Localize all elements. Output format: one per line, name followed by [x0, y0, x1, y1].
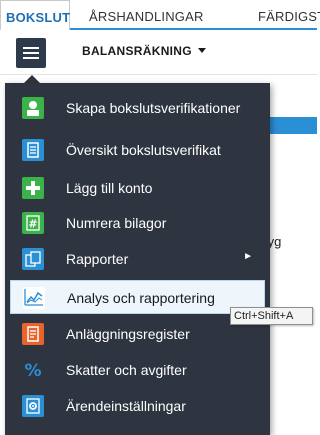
- menu-item-label: Ärendeinställningar: [66, 398, 186, 414]
- menu-item-skapa-bokslutsverifikationer[interactable]: Skapa bokslutsverifikationer: [10, 91, 265, 125]
- menu-pointer: [24, 75, 40, 83]
- background-blue-band: [270, 117, 317, 134]
- menu-item-label: Rapporter: [66, 251, 129, 267]
- menu-item-arendeinstallningar[interactable]: Ärendeinställningar: [10, 389, 265, 423]
- menu-item-oversikt-bokslutsverifikat[interactable]: Översikt bokslutsverifikat: [10, 133, 265, 167]
- person-icon: [22, 97, 44, 119]
- svg-text:#: #: [28, 218, 37, 231]
- menu-item-label: Analys och rapportering: [67, 290, 215, 306]
- submenu-arrow-icon: ►: [243, 251, 253, 262]
- menu-item-skatter-och-avgifter[interactable]: % Skatter och avgifter: [10, 353, 265, 387]
- line-chart-icon: [23, 287, 45, 309]
- register-document-icon: [22, 323, 44, 345]
- menu-item-label: Översikt bokslutsverifikat: [66, 142, 221, 158]
- document-list-icon: [22, 139, 44, 161]
- menu-item-lagg-till-konto[interactable]: Lägg till konto: [10, 171, 265, 205]
- hamburger-icon[interactable]: [16, 38, 46, 68]
- menu-item-label: Lägg till konto: [66, 180, 153, 196]
- tab-arshandlingar[interactable]: ÅRSHANDLINGAR: [89, 0, 204, 30]
- menu-item-label: Skatter och avgifter: [66, 362, 187, 378]
- menu-item-numrera-bilagor[interactable]: # Numrera bilagor: [10, 206, 265, 240]
- main-menu-dropdown: Skapa bokslutsverifikationer Översikt bo…: [5, 83, 270, 435]
- menu-item-analys-och-rapportering[interactable]: Analys och rapportering: [10, 280, 265, 314]
- menu-item-label: Skapa bokslutsverifikationer: [66, 100, 241, 116]
- settings-document-icon: [22, 395, 44, 417]
- hash-icon: #: [22, 212, 44, 234]
- tab-bokslut[interactable]: BOKSLUT: [0, 0, 70, 32]
- menu-item-anlaggningsregister[interactable]: Anläggningsregister: [10, 317, 265, 351]
- copy-documents-icon: [22, 248, 44, 270]
- caret-down-icon: [197, 48, 206, 53]
- balansrakning-label: BALANSRÄKNING: [82, 44, 192, 58]
- svg-text:%: %: [24, 361, 41, 381]
- main-tab-bar: BOKSLUT ÅRSHANDLINGAR FÄRDIGST: [0, 0, 320, 32]
- plus-icon: [22, 177, 44, 199]
- menu-item-label: Anläggningsregister: [66, 326, 190, 342]
- balansrakning-dropdown[interactable]: BALANSRÄKNING: [82, 44, 206, 58]
- menu-item-rapporter[interactable]: Rapporter ►: [10, 242, 265, 276]
- percent-icon: %: [22, 359, 44, 381]
- menu-item-label: Numrera bilagor: [66, 215, 167, 231]
- shortcut-tooltip: Ctrl+Shift+A: [230, 307, 313, 325]
- tab-fardigstallande[interactable]: FÄRDIGST: [258, 0, 320, 30]
